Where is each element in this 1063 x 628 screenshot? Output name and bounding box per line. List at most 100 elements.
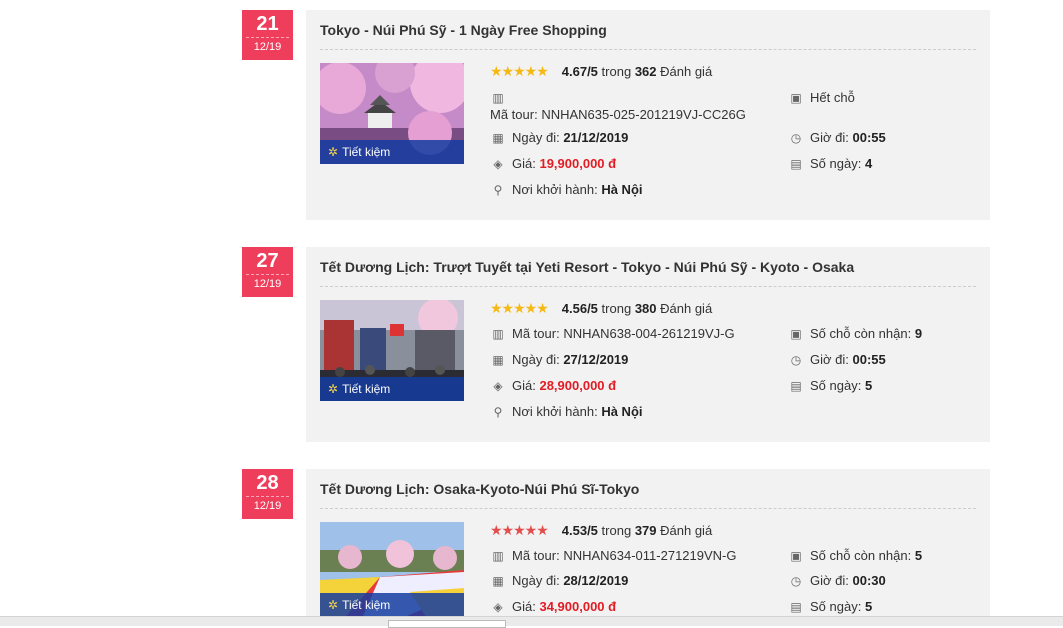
price-row: ◈ Giá: 28,900,000 đ [490, 378, 616, 393]
time-label: Giờ đi: [810, 352, 849, 367]
days-calendar-icon: ▤ [790, 157, 802, 171]
seats-label: Số chỗ còn nhận: [810, 326, 912, 341]
tour-card: Tết Dương Lịch: Osaka-Kyoto-Núi Phú Sĩ-T… [306, 469, 990, 619]
time-value: 00:55 [852, 352, 886, 367]
savings-label: Tiết kiệm [342, 598, 391, 612]
savings-icon: ✲ [328, 382, 339, 396]
review-count: 379 [634, 523, 657, 538]
days-value: 4 [864, 156, 873, 171]
seats-row: ▣ Hết chỗ [788, 90, 854, 105]
time-label: Giờ đi: [810, 573, 849, 588]
days-row: ▤ Số ngày: 4 [788, 156, 872, 171]
days-row: ▤ Số ngày: 5 [788, 378, 872, 393]
tour-title-link[interactable]: Tokyo - Núi Phú Sỹ - 1 Ngày Free Shoppin… [320, 22, 607, 38]
price-row: ◈ Giá: 34,900,000 đ [490, 599, 616, 614]
title-divider [320, 49, 976, 50]
days-value: 5 [864, 378, 873, 393]
tour-code-row: ▥ Mã tour: NNHAN638-004-261219VJ-G [490, 326, 735, 341]
clock-icon: ◷ [790, 131, 802, 145]
days-calendar-icon: ▤ [790, 379, 802, 393]
tour-code-row: ▥ Mã tour: NNHAN634-011-271219VN-G [490, 548, 736, 563]
seats-value: 5 [914, 548, 923, 563]
location-pin-icon: ⚲ [493, 405, 503, 419]
tour-title-link[interactable]: Tết Dương Lịch: Trượt Tuyết tại Yeti Res… [320, 259, 854, 275]
calendar-icon: ▦ [492, 574, 504, 588]
days-calendar-icon: ▤ [790, 600, 802, 614]
rating-stars: ★★★★★ [490, 522, 549, 538]
tour-thumbnail[interactable]: ✲ Tiết kiệm [320, 63, 464, 164]
tour-card: Tết Dương Lịch: Trượt Tuyết tại Yeti Res… [306, 247, 990, 442]
tour-code-label: Mã tour: [512, 326, 560, 341]
calendar-icon: ▦ [492, 131, 504, 145]
tour-card: Tokyo - Núi Phú Sỹ - 1 Ngày Free Shoppin… [306, 10, 990, 220]
barcode-icon: ▥ [492, 327, 504, 341]
review-label: Đánh giá [660, 64, 713, 79]
savings-badge: ✲ Tiết kiệm [320, 377, 464, 401]
price-tag-icon: ◈ [493, 157, 503, 171]
seats-label: Số chỗ còn nhận: [810, 548, 912, 563]
savings-badge: ✲ Tiết kiệm [320, 140, 464, 164]
departure-date-row: ▦ Ngày đi: 21/12/2019 [490, 130, 628, 145]
review-count: 380 [634, 301, 657, 316]
date-day: 28 [256, 472, 279, 494]
tour-code-text: Mã tour: NNHAN635-025-201219VJ-CC26G [490, 107, 746, 122]
date-month: 12/19 [253, 278, 282, 290]
origin-value: Hà Nội [601, 404, 643, 419]
tour-thumbnail[interactable]: ✲ Tiết kiệm [320, 300, 464, 401]
tour-code-label: Mã tour: [490, 107, 538, 122]
price-value: 34,900,000 đ [539, 599, 617, 614]
location-pin-icon: ⚲ [493, 183, 503, 197]
origin-row: ⚲ Nơi khởi hành: Hà Nội [490, 404, 643, 419]
price-value: 19,900,000 đ [539, 156, 617, 171]
date-month: 12/19 [253, 500, 282, 512]
date-month: 12/19 [253, 41, 282, 53]
time-label: Giờ đi: [810, 130, 849, 145]
bottom-input-box[interactable] [388, 620, 506, 628]
time-row: ◷ Giờ đi: 00:55 [788, 130, 886, 145]
date-day: 21 [256, 13, 279, 35]
review-label: Đánh giá [660, 523, 713, 538]
date-badge: 28 12/19 [242, 469, 293, 519]
tour-code-row: ▥ [490, 90, 512, 105]
clock-icon: ◷ [790, 353, 802, 367]
rating-score: 4.56/5 [561, 301, 598, 316]
origin-row: ⚲ Nơi khởi hành: Hà Nội [490, 182, 643, 197]
calendar-icon: ▦ [492, 353, 504, 367]
departure-date-row: ▦ Ngày đi: 28/12/2019 [490, 573, 628, 588]
days-label: Số ngày: [810, 156, 862, 171]
date-badge: 27 12/19 [242, 247, 293, 297]
tour-code-label: Mã tour: [512, 548, 560, 563]
rating-row: ★★★★★ 4.56/5 trong 380 Đánh giá [490, 300, 712, 317]
tour-code-value: NNHAN638-004-261219VJ-G [563, 326, 735, 341]
rating-row: ★★★★★ 4.53/5 trong 379 Đánh giá [490, 522, 712, 539]
barcode-icon: ▥ [492, 91, 504, 105]
clock-icon: ◷ [790, 574, 802, 588]
tour-thumbnail[interactable]: ✲ Tiết kiệm [320, 522, 464, 617]
tour-title-link[interactable]: Tết Dương Lịch: Osaka-Kyoto-Núi Phú Sĩ-T… [320, 481, 639, 497]
price-label: Giá: [512, 378, 536, 393]
price-tag-icon: ◈ [493, 600, 503, 614]
savings-icon: ✲ [328, 598, 339, 612]
date-day: 27 [256, 250, 279, 272]
rating-row: ★★★★★ 4.67/5 trong 362 Đánh giá [490, 63, 712, 80]
rating-sep: trong [601, 301, 632, 316]
price-label: Giá: [512, 156, 536, 171]
bus-icon: ▣ [790, 91, 802, 105]
rating-score: 4.67/5 [561, 64, 598, 79]
date-badge: 21 12/19 [242, 10, 293, 60]
days-value: 5 [864, 599, 873, 614]
departure-date-label: Ngày đi: [512, 352, 560, 367]
savings-label: Tiết kiệm [342, 382, 391, 396]
days-label: Số ngày: [810, 378, 862, 393]
savings-icon: ✲ [328, 145, 339, 159]
price-value: 28,900,000 đ [539, 378, 617, 393]
title-divider [320, 286, 976, 287]
rating-sep: trong [601, 64, 632, 79]
rating-score: 4.53/5 [561, 523, 598, 538]
departure-date-value: 27/12/2019 [563, 352, 629, 367]
rating-sep: trong [601, 523, 632, 538]
origin-value: Hà Nội [601, 182, 643, 197]
title-divider [320, 508, 976, 509]
origin-label: Nơi khởi hành: [512, 182, 598, 197]
time-row: ◷ Giờ đi: 00:55 [788, 352, 886, 367]
